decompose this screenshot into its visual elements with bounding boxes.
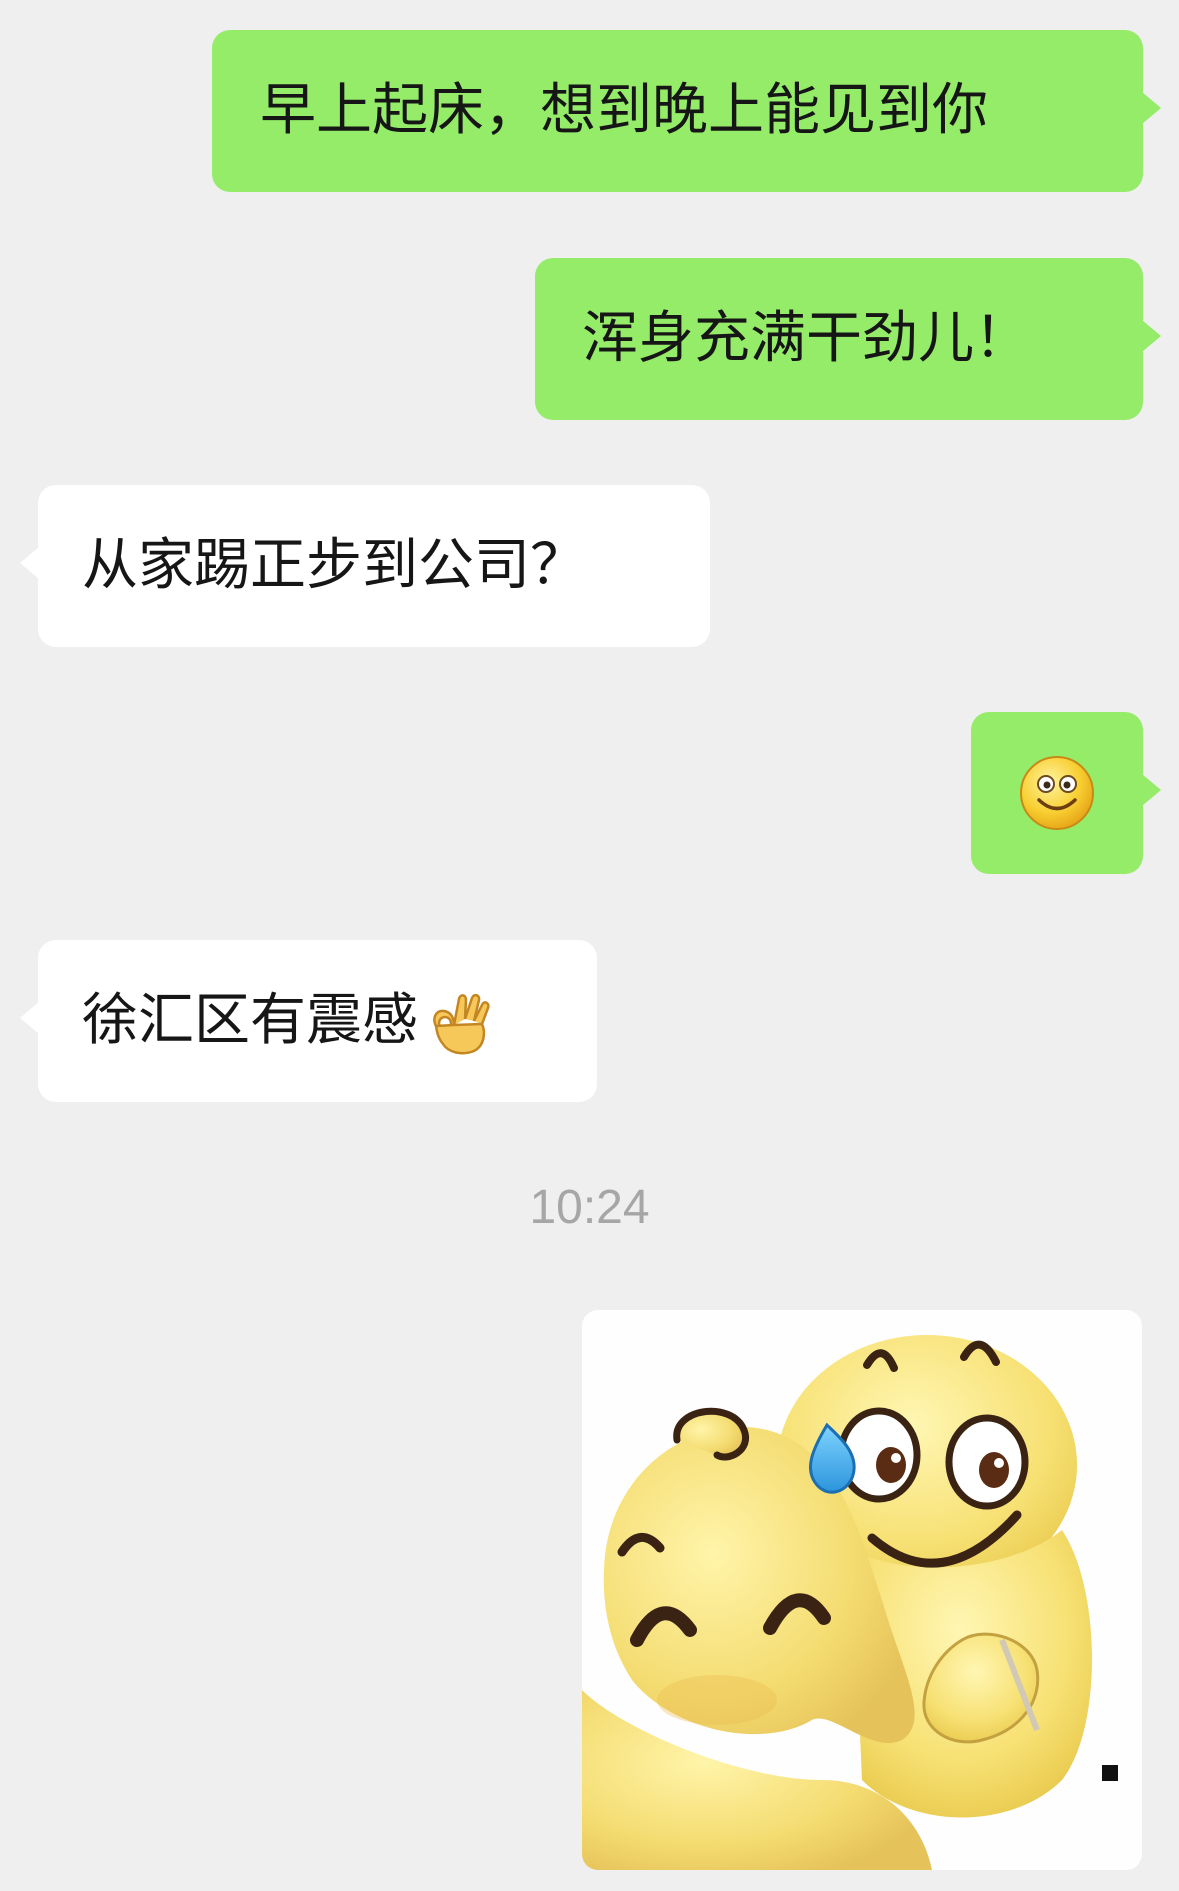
message-text: 徐汇区有震感 [82,988,418,1053]
smile-emoji-icon [1020,756,1094,830]
message-bubble-received[interactable]: 徐汇区有震感 [20,940,597,1102]
message-bubble-sent[interactable] [971,712,1161,874]
message-bubble-sent[interactable]: 浑身充满干劲儿！ [535,258,1161,420]
message-text: 早上起床，想到晚上能见到你 [260,78,988,143]
sticker-message[interactable] [582,1310,1142,1870]
message-text: 浑身充满干劲儿！ [582,306,1030,371]
hugging-emoji-sticker-icon [582,1335,1118,1870]
chat-timestamp: 10:24 [529,1181,650,1234]
message-text: 从家踢正步到公司？ [82,533,586,598]
message-bubble-sent[interactable]: 早上起床，想到晚上能见到你 [212,30,1161,192]
ok-hand-emoji-icon [433,993,490,1055]
message-bubble-received[interactable]: 从家踢正步到公司？ [20,485,710,647]
